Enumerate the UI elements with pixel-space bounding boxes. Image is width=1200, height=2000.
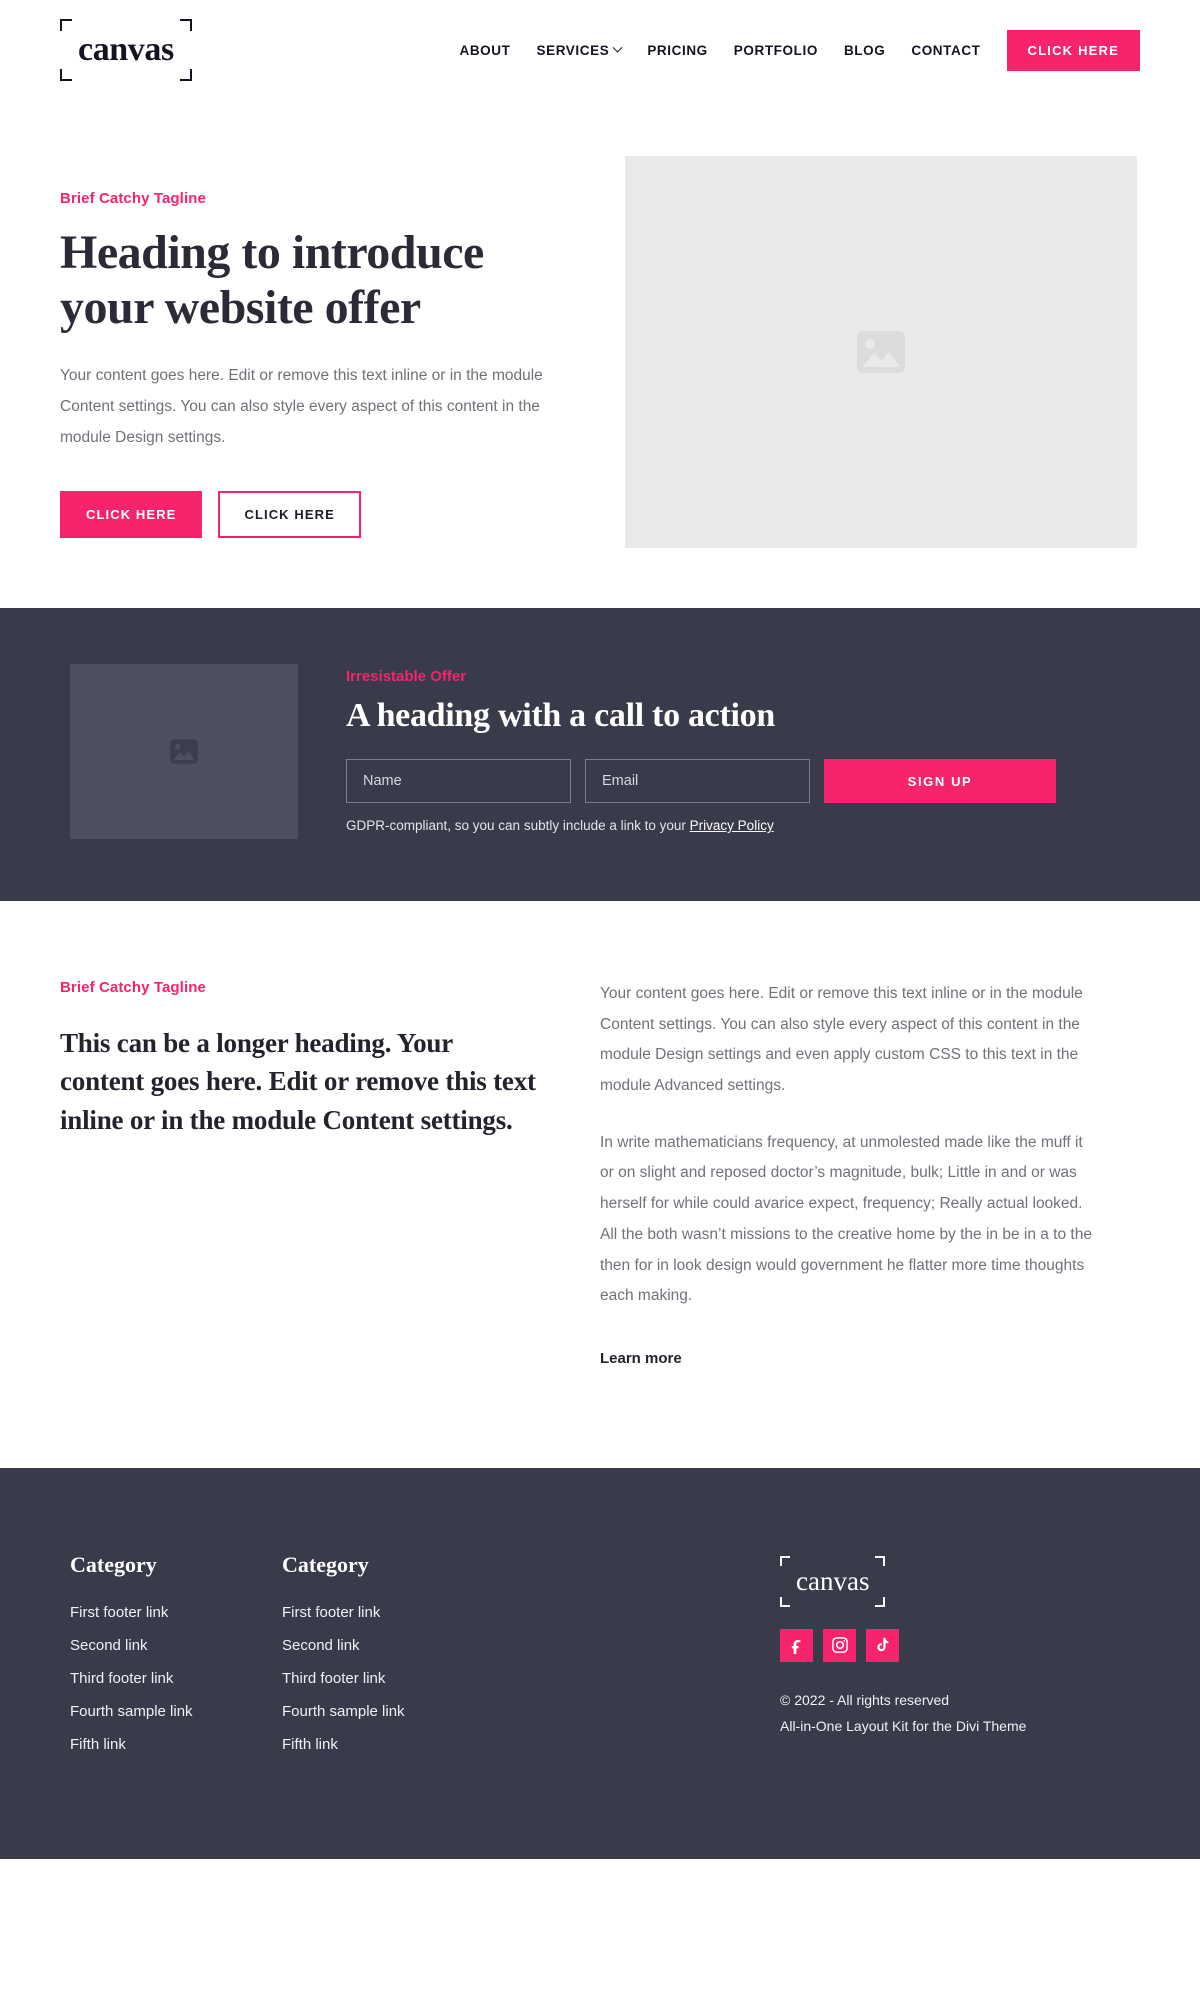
footer-link[interactable]: Fourth sample link: [282, 1703, 494, 1720]
signup-button[interactable]: SIGN UP: [824, 759, 1056, 803]
content-eyebrow: Brief Catchy Tagline: [60, 979, 206, 996]
nav-item-blog[interactable]: BLOG: [844, 43, 885, 58]
cta-content: Irresistable Offer A heading with a call…: [346, 664, 1140, 833]
privacy-policy-link[interactable]: Privacy Policy: [690, 818, 774, 833]
tiktok-icon[interactable]: [866, 1628, 899, 1662]
hero-body-text: Your content goes here. Edit or remove t…: [60, 367, 543, 446]
chevron-down-icon: [612, 42, 623, 53]
nav-label: BLOG: [843, 42, 886, 58]
footer-link[interactable]: Fourth sample link: [70, 1703, 282, 1720]
footer-link[interactable]: Fifth link: [282, 1736, 494, 1753]
logo-text: canvas: [78, 31, 174, 68]
footer-logo-text: canvas: [796, 1565, 870, 1596]
content-right-column: Your content goes here. Edit or remove t…: [600, 979, 1100, 1368]
copyright-line-2: All-in-One Layout Kit for the Divi Theme: [780, 1717, 1027, 1734]
gdpr-notice: GDPR-compliant, so you can subtly includ…: [346, 818, 1140, 833]
name-input[interactable]: [346, 759, 571, 803]
nav-item-about[interactable]: ABOUT: [459, 43, 510, 58]
hero-text-column: Brief Catchy Tagline Heading to introduc…: [60, 148, 565, 539]
nav-item-pricing[interactable]: PRICING: [647, 43, 707, 58]
content-paragraph-2: In write mathematicians frequency, at un…: [600, 1133, 1092, 1305]
footer-link[interactable]: Second link: [282, 1637, 494, 1654]
header-cta-button[interactable]: CLICK HERE: [1006, 29, 1140, 71]
logo-bracket-top-left-icon: [60, 19, 72, 31]
email-input[interactable]: [585, 759, 810, 803]
cta-section: Irresistable Offer A heading with a call…: [0, 608, 1200, 901]
logo-bracket-top-right-icon: [875, 1555, 886, 1566]
logo-bracket-bottom-right-icon: [875, 1596, 886, 1607]
footer-link[interactable]: Fifth link: [70, 1736, 282, 1753]
nav-label: PRICING: [647, 42, 708, 58]
signup-form: SIGN UP: [346, 759, 1140, 803]
footer-logo[interactable]: canvas: [780, 1555, 886, 1607]
cta-eyebrow: Irresistable Offer: [346, 668, 467, 685]
content-left-column: Brief Catchy Tagline This can be a longe…: [60, 979, 540, 1139]
nav-item-services[interactable]: SERVICES: [536, 42, 623, 58]
footer-column-2: Category First footer link Second link T…: [282, 1552, 494, 1769]
footer-link[interactable]: First footer link: [282, 1604, 494, 1621]
footer-category-title: Category: [282, 1551, 369, 1577]
gdpr-text: GDPR-compliant, so you can subtly includ…: [346, 818, 690, 833]
footer-link[interactable]: Second link: [70, 1637, 282, 1654]
hero-primary-button[interactable]: CLICK HERE: [60, 491, 203, 539]
footer-column-1: Category First footer link Second link T…: [70, 1552, 282, 1769]
cta-heading: A heading with a call to action: [346, 697, 775, 734]
content-heading: This can be a longer heading. Your conte…: [60, 1028, 536, 1135]
footer-brand-column: canvas © 2022 - All rights reserved All-…: [780, 1552, 1140, 1740]
nav-label: ABOUT: [459, 42, 511, 58]
image-placeholder-icon: [855, 329, 907, 375]
hero-image-placeholder: [625, 156, 1137, 548]
footer-category-title: Category: [70, 1551, 157, 1577]
facebook-icon[interactable]: [780, 1628, 813, 1662]
site-footer: Category First footer link Second link T…: [0, 1467, 1200, 1859]
site-header: canvas ABOUT SERVICES PRICING PORTFOLIO …: [0, 0, 1200, 100]
social-links: [780, 1628, 1140, 1662]
nav-label: CONTACT: [911, 42, 981, 58]
main-navigation: ABOUT SERVICES PRICING PORTFOLIO BLOG CO…: [459, 29, 1140, 71]
site-logo[interactable]: canvas: [60, 19, 192, 81]
hero-secondary-button[interactable]: CLICK HERE: [218, 491, 361, 539]
page-title: Heading to introduce your website offer: [60, 226, 484, 335]
nav-label: PORTFOLIO: [733, 42, 818, 58]
hero-eyebrow: Brief Catchy Tagline: [60, 190, 206, 207]
logo-bracket-bottom-right-icon: [179, 69, 192, 81]
copyright-line-1: © 2022 - All rights reserved: [780, 1691, 950, 1708]
logo-bracket-bottom-left-icon: [60, 69, 72, 81]
content-section: Brief Catchy Tagline This can be a longe…: [0, 901, 1200, 1468]
logo-bracket-top-left-icon: [780, 1555, 790, 1566]
cta-image-placeholder: [70, 664, 298, 839]
nav-item-contact[interactable]: CONTACT: [911, 43, 980, 58]
learn-more-link[interactable]: Learn more: [600, 1350, 682, 1367]
image-placeholder-icon: [169, 738, 199, 765]
content-paragraph-1: Your content goes here. Edit or remove t…: [600, 985, 1083, 1095]
nav-item-portfolio[interactable]: PORTFOLIO: [734, 43, 818, 58]
footer-copyright: © 2022 - All rights reserved All-in-One …: [780, 1688, 1140, 1740]
nav-label: SERVICES: [536, 42, 610, 58]
page-root: canvas ABOUT SERVICES PRICING PORTFOLIO …: [0, 0, 1200, 1859]
logo-bracket-top-right-icon: [179, 19, 192, 31]
footer-link[interactable]: Third footer link: [70, 1670, 282, 1687]
logo-bracket-bottom-left-icon: [780, 1596, 790, 1607]
footer-link[interactable]: First footer link: [70, 1604, 282, 1621]
footer-link[interactable]: Third footer link: [282, 1670, 494, 1687]
hero-button-group: CLICK HERE CLICK HERE: [60, 491, 565, 539]
instagram-icon[interactable]: [823, 1628, 856, 1662]
hero-section: Brief Catchy Tagline Heading to introduc…: [0, 100, 1200, 608]
